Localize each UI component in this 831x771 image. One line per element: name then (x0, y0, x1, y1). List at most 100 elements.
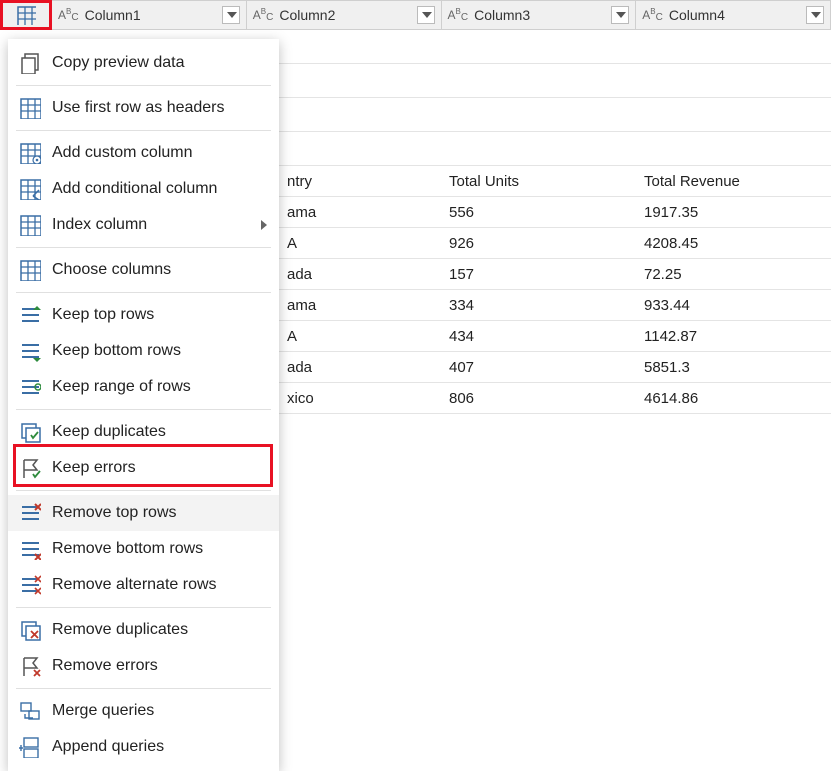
column-label: Column1 (85, 7, 222, 23)
table-corner-button[interactable] (0, 0, 52, 30)
column-header-1[interactable]: ABC Column1 (52, 0, 247, 30)
menu-item-remove-alternate-rows[interactable]: Remove alternate rows (8, 567, 279, 603)
table-cell[interactable] (636, 30, 831, 64)
table-cell[interactable]: ada (279, 259, 441, 290)
table-cell[interactable] (441, 64, 636, 98)
table-cell[interactable] (636, 132, 831, 166)
chevron-down-icon (811, 12, 821, 18)
table-cell[interactable]: 434 (441, 321, 636, 352)
table-cell[interactable]: ama (279, 197, 441, 228)
table-cell[interactable]: xico (279, 383, 441, 414)
table-cell[interactable]: 933.44 (636, 290, 831, 321)
chevron-down-icon (616, 12, 626, 18)
menu-item-remove-bottom-rows[interactable]: Remove bottom rows (8, 531, 279, 567)
table-cell[interactable]: ama (279, 290, 441, 321)
menu-item-label: Remove top rows (52, 504, 267, 522)
menu-separator (16, 688, 271, 689)
table-cell[interactable] (279, 64, 441, 98)
table-cell[interactable]: 5851.3 (636, 352, 831, 383)
table-context-menu: Copy preview data Use first row as header… (8, 39, 279, 771)
table-icon (18, 96, 42, 120)
menu-item-add-custom-column[interactable]: Add custom column (8, 135, 279, 171)
menu-item-append-queries[interactable]: Append queries (8, 729, 279, 765)
menu-item-label: Merge queries (52, 702, 267, 720)
menu-item-index-column[interactable]: 123 Index column (8, 207, 279, 243)
menu-item-label: Remove alternate rows (52, 576, 267, 594)
table-cell[interactable]: ada (279, 352, 441, 383)
menu-item-remove-errors[interactable]: Remove errors (8, 648, 279, 684)
table-cell[interactable]: A (279, 321, 441, 352)
menu-item-remove-top-rows[interactable]: Remove top rows (8, 495, 279, 531)
menu-item-choose-columns[interactable]: Choose columns (8, 252, 279, 288)
text-type-icon: ABC (642, 8, 663, 22)
table-cell[interactable]: 157 (441, 259, 636, 290)
menu-item-keep-range-rows[interactable]: Keep range of rows (8, 369, 279, 405)
menu-item-label: Remove errors (52, 657, 267, 675)
menu-item-keep-bottom-rows[interactable]: Keep bottom rows (8, 333, 279, 369)
menu-item-use-first-row-headers[interactable]: Use first row as headers (8, 90, 279, 126)
menu-item-label: Keep range of rows (52, 378, 267, 396)
column-header-2[interactable]: ABC Column2 (247, 0, 442, 30)
table-gear-icon (18, 141, 42, 165)
table-cell[interactable]: ntry (279, 166, 441, 197)
table-cell[interactable]: 72.25 (636, 259, 831, 290)
menu-item-copy-preview-data[interactable]: Copy preview data (8, 45, 279, 81)
menu-separator (16, 607, 271, 608)
table-cell[interactable] (636, 98, 831, 132)
menu-item-keep-errors[interactable]: Keep errors (8, 450, 279, 486)
table-cell[interactable]: 334 (441, 290, 636, 321)
table-cell[interactable]: 407 (441, 352, 636, 383)
table-cell[interactable]: 556 (441, 197, 636, 228)
chevron-right-icon (261, 220, 267, 230)
menu-item-label: Copy preview data (52, 54, 267, 72)
menu-separator (16, 85, 271, 86)
menu-item-keep-top-rows[interactable]: Keep top rows (8, 297, 279, 333)
table-cell[interactable] (441, 132, 636, 166)
table-cell[interactable]: 926 (441, 228, 636, 259)
column-label: Column3 (474, 7, 611, 23)
table-icon (16, 5, 36, 25)
table-cell[interactable] (636, 64, 831, 98)
column-filter-dropdown[interactable] (417, 6, 435, 24)
column-filter-dropdown[interactable] (222, 6, 240, 24)
rows-bottom-keep-icon (18, 339, 42, 363)
text-type-icon: ABC (58, 8, 79, 22)
rows-top-keep-icon (18, 303, 42, 327)
table-cell[interactable] (279, 98, 441, 132)
flag-keep-icon (18, 456, 42, 480)
table-cell[interactable]: 806 (441, 383, 636, 414)
column-filter-dropdown[interactable] (806, 6, 824, 24)
table-cell[interactable]: 1917.35 (636, 197, 831, 228)
menu-item-label: Keep bottom rows (52, 342, 267, 360)
menu-item-label: Keep duplicates (52, 423, 267, 441)
table-cell[interactable]: A (279, 228, 441, 259)
chevron-down-icon (422, 12, 432, 18)
menu-separator (16, 247, 271, 248)
column-filter-dropdown[interactable] (611, 6, 629, 24)
table-cell[interactable]: Total Units (441, 166, 636, 197)
rows-alt-remove-icon (18, 573, 42, 597)
table-cell[interactable] (279, 132, 441, 166)
table-cell[interactable]: 4614.86 (636, 383, 831, 414)
rows-top-remove-icon (18, 501, 42, 525)
column-header-4[interactable]: ABC Column4 (636, 0, 831, 30)
column-label: Column4 (669, 7, 806, 23)
menu-separator (16, 130, 271, 131)
menu-item-merge-queries[interactable]: Merge queries (8, 693, 279, 729)
table-cell[interactable]: Total Revenue (636, 166, 831, 197)
table-branch-icon (18, 177, 42, 201)
table-cell[interactable] (441, 98, 636, 132)
table-cell[interactable] (279, 30, 441, 64)
table-cell[interactable] (441, 30, 636, 64)
table-index-icon: 123 (18, 213, 42, 237)
menu-item-remove-duplicates[interactable]: Remove duplicates (8, 612, 279, 648)
rows-dup-remove-icon (18, 618, 42, 642)
table-cell[interactable]: 4208.45 (636, 228, 831, 259)
menu-item-keep-duplicates[interactable]: Keep duplicates (8, 414, 279, 450)
menu-item-label: Index column (52, 216, 261, 234)
menu-item-label: Remove bottom rows (52, 540, 267, 558)
column-header-3[interactable]: ABC Column3 (442, 0, 637, 30)
menu-item-add-conditional-column[interactable]: Add conditional column (8, 171, 279, 207)
text-type-icon: ABC (253, 8, 274, 22)
table-cell[interactable]: 1142.87 (636, 321, 831, 352)
